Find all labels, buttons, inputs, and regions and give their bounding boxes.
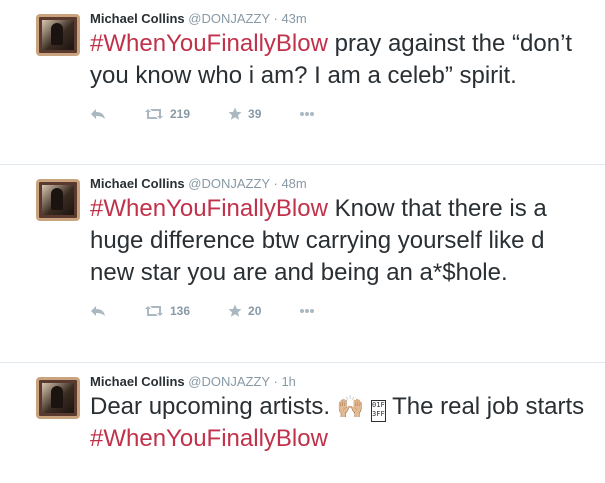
favorite-count: 39	[248, 107, 262, 121]
retweet-icon	[145, 109, 163, 119]
favorite-button[interactable]: 20	[228, 304, 261, 318]
more-icon	[300, 112, 315, 116]
hashtag-link[interactable]: #WhenYouFinallyBlow	[90, 425, 328, 452]
more-button[interactable]	[299, 308, 315, 314]
hashtag-link[interactable]: #WhenYouFinallyBlow	[90, 30, 328, 57]
separator-dot: ·	[273, 374, 278, 389]
tweet[interactable]: Michael Collins @DONJAZZY · 48m #WhenYou…	[0, 165, 605, 363]
tweet[interactable]: Michael Collins @DONJAZZY · 1h Dear upco…	[0, 363, 605, 483]
timestamp[interactable]: 43m	[281, 11, 306, 26]
retweet-count: 136	[170, 304, 191, 318]
tweet-actions: 219 39	[90, 104, 595, 124]
missing-glyph-box: 01F 3FF	[370, 400, 386, 422]
retweet-count: 219	[170, 107, 191, 121]
separator-dot: ·	[273, 11, 278, 26]
tweet-header: Michael Collins @DONJAZZY · 48m	[90, 175, 595, 193]
author-handle[interactable]: @DONJAZZY	[188, 374, 270, 389]
more-icon	[300, 309, 315, 313]
tweet-actions: 136 20	[90, 301, 595, 321]
hashtag-link[interactable]: #WhenYouFinallyBlow	[90, 195, 328, 222]
tweet-body: The real job starts	[385, 393, 585, 420]
separator-dot: ·	[273, 176, 278, 191]
tweet-header: Michael Collins @DONJAZZY · 1h	[90, 373, 595, 391]
star-icon	[228, 107, 242, 120]
reply-button[interactable]	[90, 108, 106, 120]
author-name[interactable]: Michael Collins	[90, 176, 185, 191]
more-button[interactable]	[299, 111, 315, 117]
star-icon	[228, 304, 242, 317]
reply-icon	[91, 109, 105, 119]
timeline: Michael Collins @DONJAZZY · 43m #WhenYou…	[0, 0, 605, 483]
favorite-button[interactable]: 39	[228, 107, 261, 121]
avatar[interactable]	[36, 179, 80, 221]
retweet-button[interactable]: 219	[144, 107, 190, 121]
tweet-text: #WhenYouFinallyBlow Know that there is a…	[90, 193, 595, 289]
author-handle[interactable]: @DONJAZZY	[188, 11, 270, 26]
raised-hands-emoji: 🙌🏼	[336, 394, 365, 419]
retweet-icon	[145, 306, 163, 316]
retweet-button[interactable]: 136	[144, 304, 190, 318]
favorite-count: 20	[248, 304, 262, 318]
author-handle[interactable]: @DONJAZZY	[188, 176, 270, 191]
tweet[interactable]: Michael Collins @DONJAZZY · 43m #WhenYou…	[0, 0, 605, 165]
tweet-header: Michael Collins @DONJAZZY · 43m	[90, 10, 595, 28]
timestamp[interactable]: 48m	[281, 176, 306, 191]
tweet-content: Michael Collins @DONJAZZY · 48m #WhenYou…	[90, 175, 595, 321]
author-name[interactable]: Michael Collins	[90, 374, 185, 389]
tweet-content: Michael Collins @DONJAZZY · 43m #WhenYou…	[90, 10, 595, 124]
reply-icon	[91, 306, 105, 316]
tweet-text: Dear upcoming artists. 🙌🏼 01F 3FF The re…	[90, 391, 595, 455]
author-name[interactable]: Michael Collins	[90, 11, 185, 26]
tweet-body: Dear upcoming artists.	[90, 393, 337, 420]
tweet-content: Michael Collins @DONJAZZY · 1h Dear upco…	[90, 373, 595, 455]
tweet-text: #WhenYouFinallyBlow pray against the “do…	[90, 28, 595, 92]
avatar[interactable]	[36, 377, 80, 419]
timestamp[interactable]: 1h	[281, 374, 295, 389]
avatar[interactable]	[36, 14, 80, 56]
reply-button[interactable]	[90, 305, 106, 317]
